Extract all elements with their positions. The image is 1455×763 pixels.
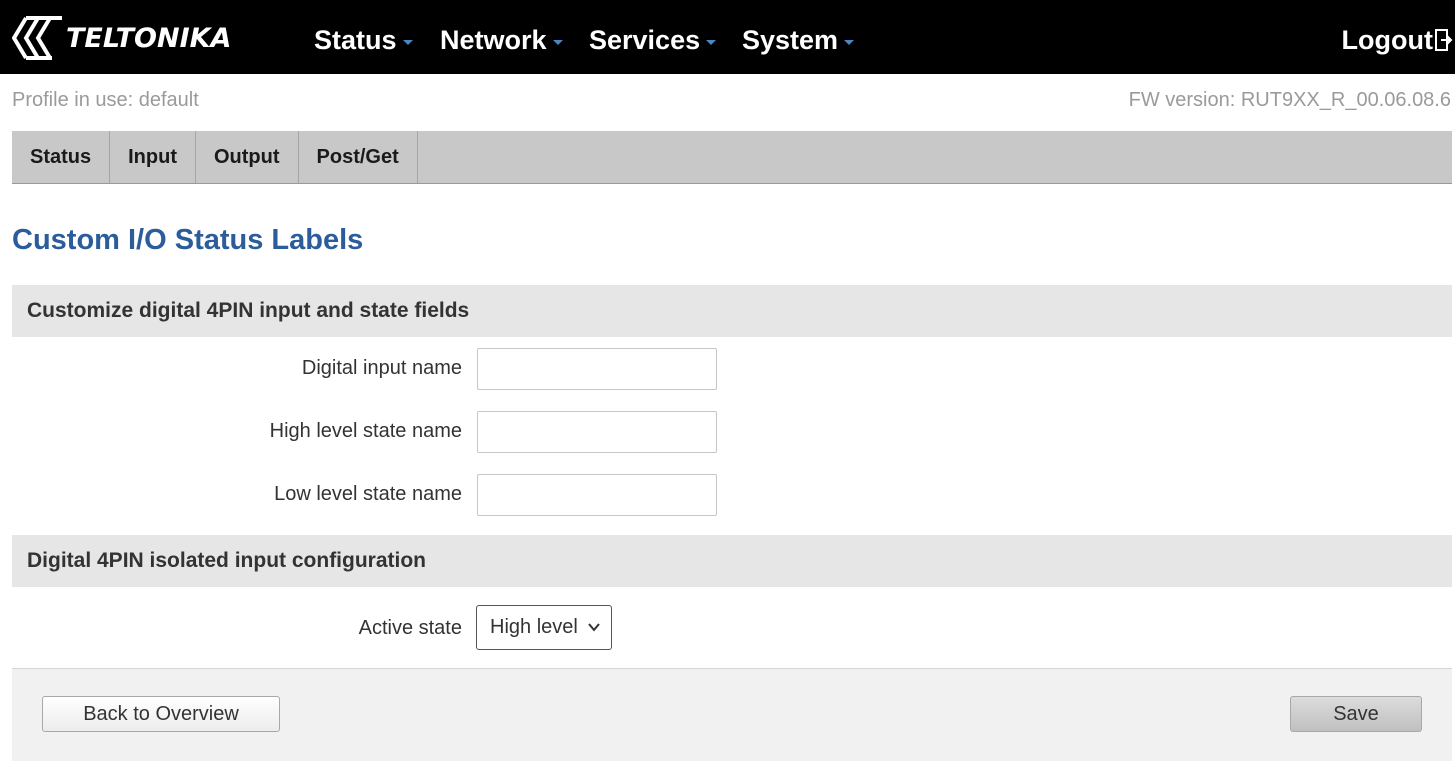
nav-network-label: Network — [440, 25, 547, 55]
chevron-down-icon — [588, 623, 600, 632]
save-button[interactable]: Save — [1290, 696, 1422, 732]
section-header-isolated-input: Digital 4PIN isolated input configuratio… — [12, 535, 1452, 587]
tab-input[interactable]: Input — [110, 131, 196, 183]
tab-post-get[interactable]: Post/Get — [299, 131, 418, 183]
logout-label: Logout — [1341, 25, 1433, 55]
back-to-overview-button[interactable]: Back to Overview — [42, 696, 280, 732]
page-title: Custom I/O Status Labels — [12, 224, 364, 256]
digital-input-name-field[interactable] — [477, 348, 717, 390]
top-navigation-bar: TELTONIKA Status Network Services System… — [0, 0, 1455, 74]
nav-status-label: Status — [314, 25, 397, 55]
logo-text: TELTONIKA — [66, 22, 232, 54]
nav-network[interactable]: Network — [440, 24, 563, 56]
caret-down-icon — [402, 39, 413, 45]
caret-down-icon — [844, 39, 855, 45]
low-level-state-name-label: Low level state name — [274, 483, 462, 505]
teltonika-logo[interactable]: TELTONIKA — [12, 14, 231, 62]
digital-input-name-label: Digital input name — [301, 357, 462, 379]
high-level-state-name-field[interactable] — [477, 411, 717, 453]
profile-in-use: Profile in use: default — [12, 89, 199, 111]
high-level-state-name-label: High level state name — [269, 420, 462, 442]
logout-icon — [1435, 29, 1453, 51]
section-header-customize: Customize digital 4PIN input and state f… — [12, 285, 1452, 337]
active-state-select[interactable]: High level — [476, 605, 612, 650]
nav-system-label: System — [742, 25, 839, 55]
nav-services-label: Services — [589, 25, 701, 55]
logout-link[interactable]: Logout — [1342, 24, 1453, 56]
nav-system[interactable]: System — [742, 24, 855, 56]
low-level-state-name-field[interactable] — [477, 474, 717, 516]
firmware-version: FW version: RUT9XX_R_00.06.08.6 — [1128, 89, 1451, 111]
tab-status[interactable]: Status — [12, 131, 111, 183]
caret-down-icon — [706, 39, 717, 45]
footer-bar: Back to Overview Save — [12, 669, 1452, 761]
active-state-label: Active state — [358, 617, 462, 639]
tab-bar: Status Input Output Post/Get — [12, 131, 1452, 184]
caret-down-icon — [552, 39, 563, 45]
nav-status[interactable]: Status — [314, 24, 413, 56]
logo-diamond-icon — [12, 16, 62, 60]
tab-output[interactable]: Output — [196, 131, 299, 183]
active-state-selected-value: High level — [490, 616, 578, 638]
nav-services[interactable]: Services — [589, 24, 717, 56]
